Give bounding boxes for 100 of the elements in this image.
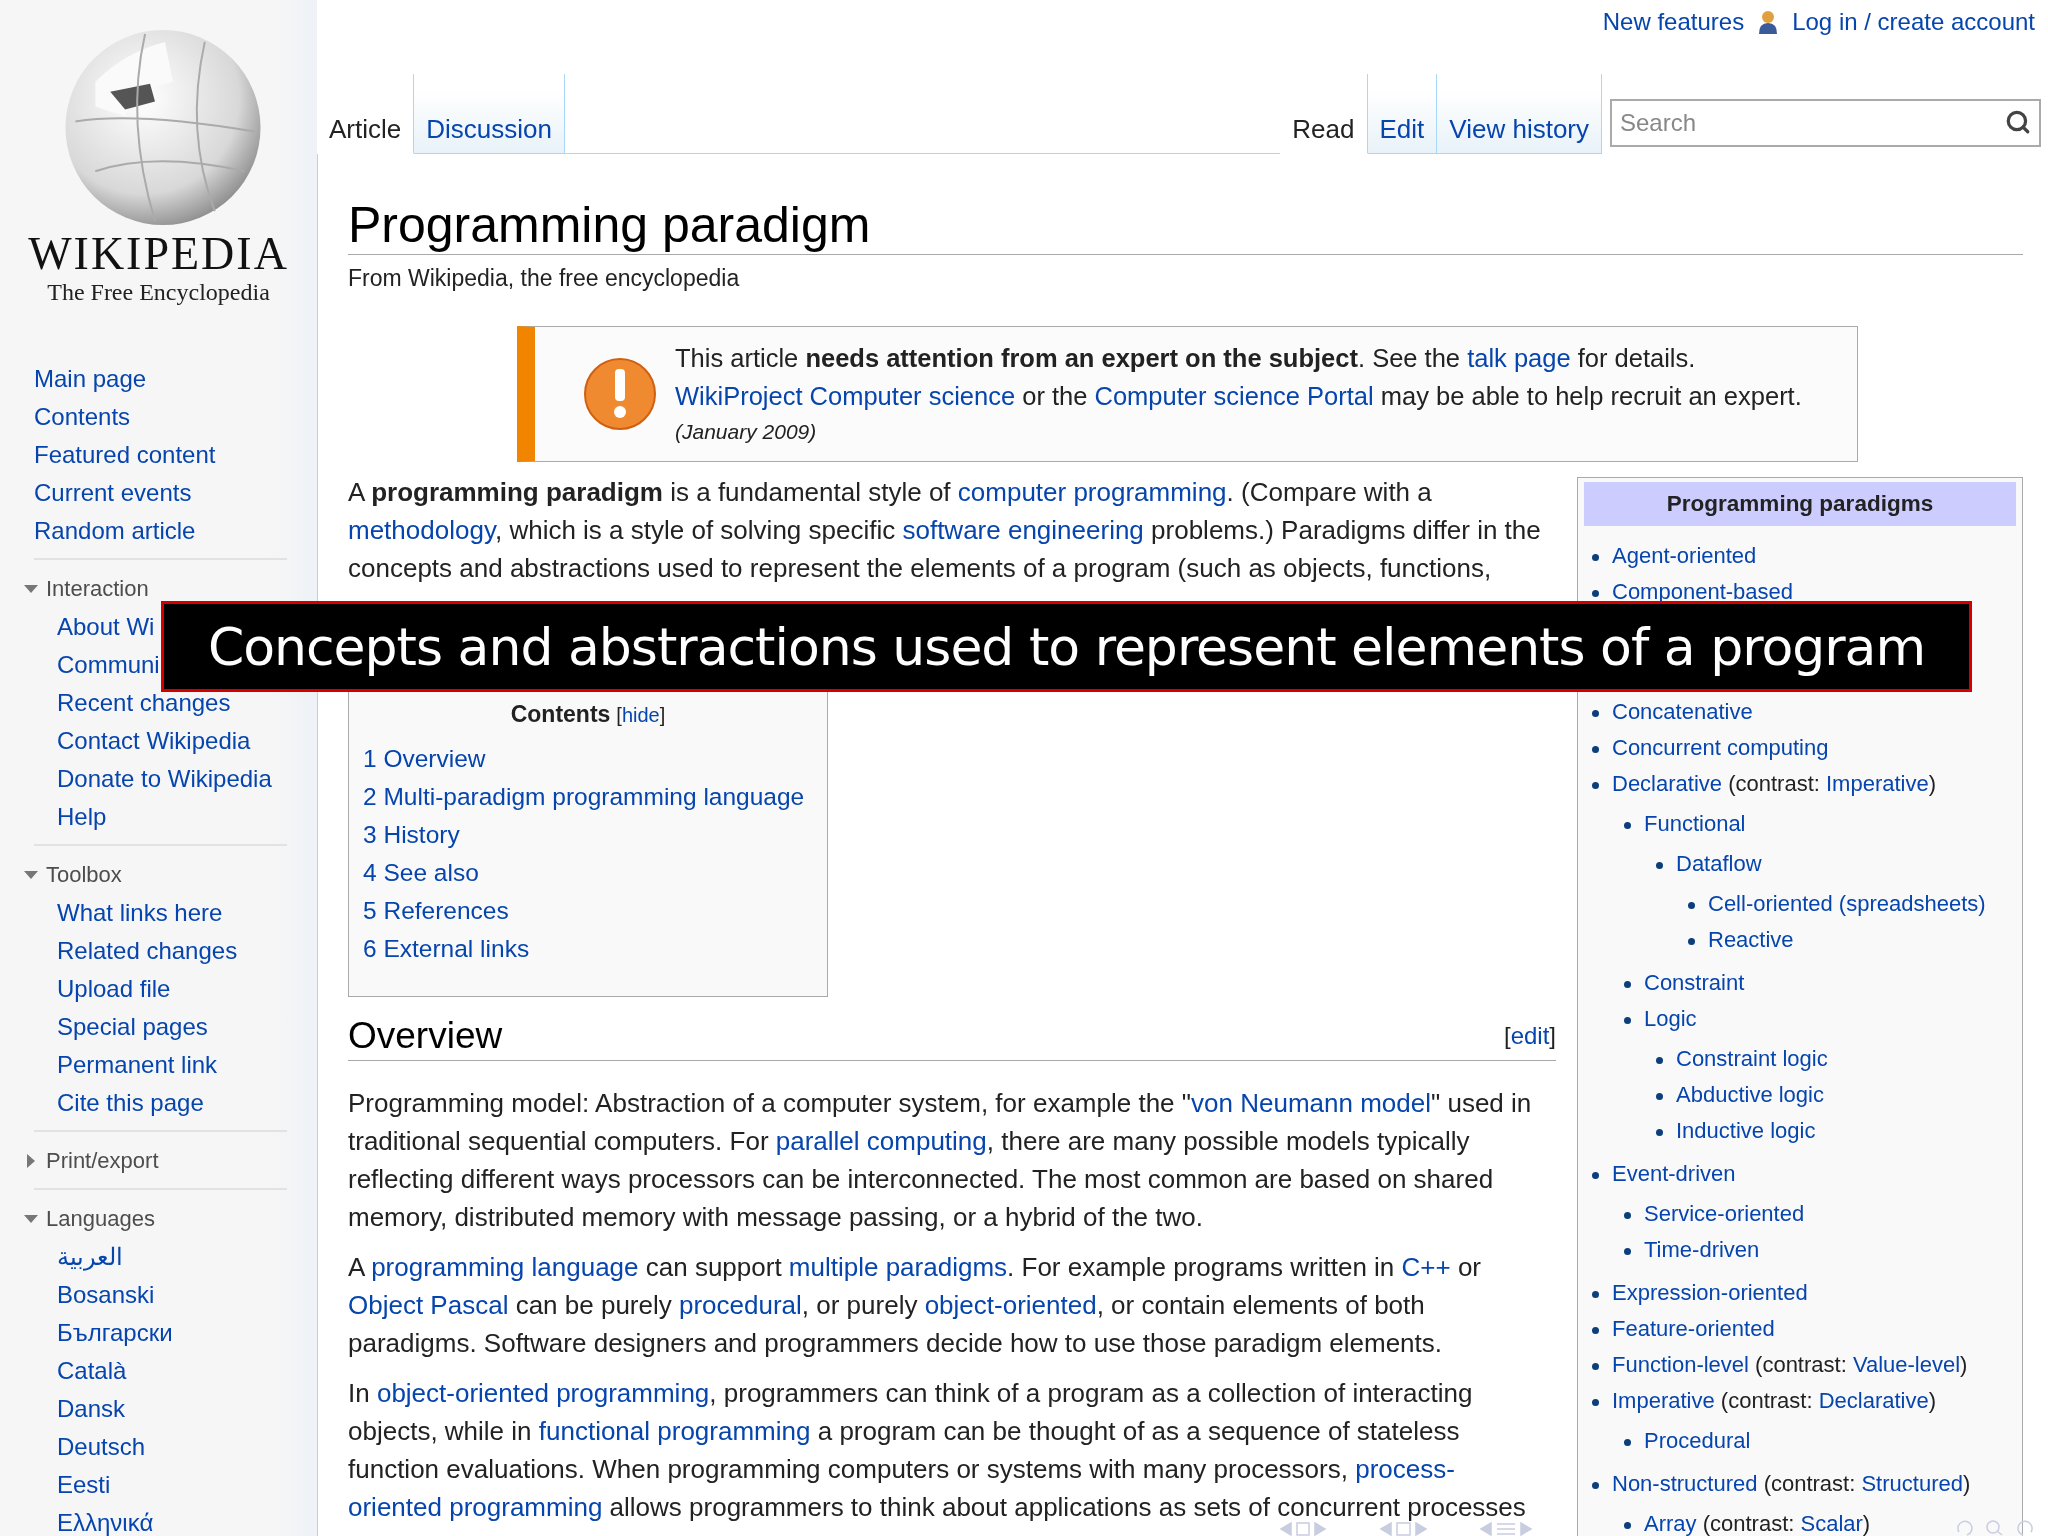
paradigm-link[interactable]: Cell-oriented (spreadsheets) [1708, 891, 1986, 916]
page-subtitle: From Wikipedia, the free encyclopedia [348, 264, 741, 293]
sidebar-link[interactable]: Eesti [57, 1466, 111, 1504]
sidebar-link[interactable]: Communi [57, 646, 160, 684]
text-link[interactable]: computer programming [957, 477, 1227, 507]
bullet-icon [1624, 1521, 1631, 1529]
bullet-icon [1592, 781, 1599, 789]
text-link[interactable]: Computer science Portal [1094, 382, 1374, 410]
bullet-icon [1656, 1092, 1663, 1100]
sidebar-link[interactable]: What links here [57, 894, 223, 932]
text-link[interactable]: software engineering [902, 515, 1144, 545]
paradigm-link[interactable]: Logic [1644, 1006, 1697, 1031]
sidebar-link[interactable]: Dansk [57, 1390, 126, 1428]
paradigm-link[interactable]: Procedural [1644, 1428, 1751, 1453]
sidebar-link[interactable]: Български [57, 1314, 173, 1352]
paradigm-link[interactable]: Time-driven [1644, 1237, 1760, 1262]
paradigm-link[interactable]: Service-oriented [1644, 1201, 1805, 1226]
paradigm-link[interactable]: Agent-oriented [1612, 543, 1757, 568]
text-link[interactable]: methodology [348, 515, 495, 545]
paradigm-link[interactable]: Abductive logic [1676, 1082, 1824, 1107]
sidebar-section-title[interactable]: Toolbox [46, 862, 122, 888]
sidebar-link[interactable]: Featured content [34, 436, 216, 474]
bullet-icon [1624, 821, 1631, 829]
sidebar-link[interactable]: Català [57, 1352, 127, 1390]
paradigm-link[interactable]: Constraint [1644, 970, 1745, 995]
text-link[interactable]: procedural [678, 1290, 802, 1320]
text-link[interactable]: Structured [1861, 1471, 1963, 1496]
paradigm-link[interactable]: Non-structured [1612, 1471, 1758, 1496]
text-link[interactable]: oriented programming [348, 1492, 603, 1522]
paradigm-link[interactable]: Expression-oriented [1612, 1280, 1808, 1305]
search-icon[interactable] [2005, 109, 2031, 135]
sidebar-link[interactable]: Related changes [57, 932, 238, 970]
sidebar-section-title[interactable]: Interaction [46, 576, 149, 602]
sidebar-link[interactable]: Random article [34, 512, 196, 550]
edit-link[interactable]: [edit] [1503, 1021, 1556, 1050]
text-link[interactable]: von Neumann model [1191, 1088, 1431, 1118]
sidebar-link[interactable]: Cite this page [57, 1084, 204, 1122]
text-link[interactable]: functional programming [538, 1416, 811, 1446]
toc-entry-link[interactable]: 6 External links [363, 930, 530, 968]
text-link[interactable]: object-oriented [924, 1290, 1097, 1320]
paradigm-link[interactable]: Array [1644, 1511, 1697, 1536]
header-link[interactable]: New features [1602, 8, 1745, 36]
sidebar-link[interactable]: Bosanski [57, 1276, 155, 1314]
text-link[interactable]: WikiProject Computer science [675, 382, 1016, 410]
paradigm-link[interactable]: Component-based [1612, 579, 1793, 604]
paradigm-link[interactable]: Feature-oriented [1612, 1316, 1775, 1341]
text-link[interactable]: programming language [371, 1252, 639, 1282]
hide-link[interactable]: [hide] [616, 697, 666, 733]
paradigm-link[interactable]: Reactive [1708, 927, 1794, 952]
sidebar-link[interactable]: Main page [34, 360, 147, 398]
sidebar-link[interactable]: العربية [57, 1238, 123, 1276]
sidebar-link[interactable]: Deutsch [57, 1428, 146, 1466]
sidebar-link[interactable]: Help [57, 798, 107, 836]
paradigm-link[interactable]: Concatenative [1612, 699, 1753, 724]
paradigm-link[interactable]: Imperative [1612, 1388, 1715, 1413]
text-link[interactable]: Value-level [1852, 1352, 1961, 1377]
sidebar-section-title[interactable]: Print/export [46, 1148, 159, 1174]
text-link[interactable]: C++ [1401, 1252, 1451, 1282]
paradigm-link[interactable]: Event-driven [1612, 1161, 1736, 1186]
text-link[interactable]: Object Pascal [348, 1290, 509, 1320]
view-tab[interactable]: View history [1437, 74, 1602, 154]
toc-entry-link[interactable]: 4 See also [363, 854, 479, 892]
text-link[interactable]: talk page [1467, 344, 1571, 372]
view-tab[interactable]: Edit [1367, 74, 1438, 154]
page-tab[interactable]: Discussion [414, 74, 565, 154]
text-link[interactable]: Imperative [1825, 771, 1929, 796]
toc-entry-link[interactable]: 3 History [363, 816, 460, 854]
header-link[interactable]: Log in / create account [1792, 8, 2035, 36]
text-link[interactable]: multiple paradigms [788, 1252, 1008, 1282]
sidebar-link[interactable]: Contact Wikipedia [57, 722, 251, 760]
paradigm-link[interactable]: Function-level [1612, 1352, 1749, 1377]
sidebar-link[interactable]: Permanent link [57, 1046, 218, 1084]
text-link[interactable]: object-oriented programming [376, 1378, 710, 1408]
article-paragraph: A programming paradigm is a fundamental style of computer programming. (Compare with a methodology, which is a style of solving specific software engineering problems.) Paradigms differ in the concepts and abstractions used to represent the elements of a program (such as objects, functions, [348, 476, 1542, 585]
paradigm-link[interactable]: Inductive logic [1676, 1118, 1816, 1143]
sidebar-link[interactable]: Recent changes [57, 684, 231, 722]
toc-entry-link[interactable]: 5 References [363, 892, 509, 930]
sidebar-link[interactable]: Donate to Wikipedia [57, 760, 272, 798]
text-link[interactable]: process- [1355, 1454, 1455, 1484]
paradigm-link[interactable]: Declarative [1612, 771, 1723, 796]
sidebar-link[interactable]: Current events [34, 474, 192, 512]
sidebar-link[interactable]: Upload file [57, 970, 171, 1008]
sidebar-link[interactable]: Ελληνικά [57, 1504, 154, 1536]
bullet-icon [1624, 1438, 1631, 1446]
sidebar-link[interactable]: Contents [34, 398, 131, 436]
wordmark: WIKIPEDIA [28, 229, 289, 279]
paradigm-link[interactable]: Constraint logic [1676, 1046, 1828, 1071]
text-link[interactable]: Scalar [1800, 1511, 1863, 1536]
paradigm-link[interactable]: Concurrent computing [1612, 735, 1829, 760]
paradigm-link[interactable]: Functional [1644, 811, 1746, 836]
search-field[interactable]: Search [1610, 99, 2041, 147]
sidebar-section-title[interactable]: Languages [46, 1206, 155, 1232]
paradigm-link[interactable]: Dataflow [1676, 851, 1762, 876]
toc-entry-link[interactable]: 2 Multi-paradigm programming language [363, 778, 805, 816]
bullet-icon [1624, 1211, 1631, 1219]
sidebar-link[interactable]: Special pages [57, 1008, 208, 1046]
text-link[interactable]: parallel computing [775, 1126, 987, 1156]
sidebar-link[interactable]: About Wi [57, 608, 155, 646]
text-link[interactable]: Declarative [1818, 1388, 1929, 1413]
toc-entry-link[interactable]: 1 Overview [363, 740, 486, 778]
